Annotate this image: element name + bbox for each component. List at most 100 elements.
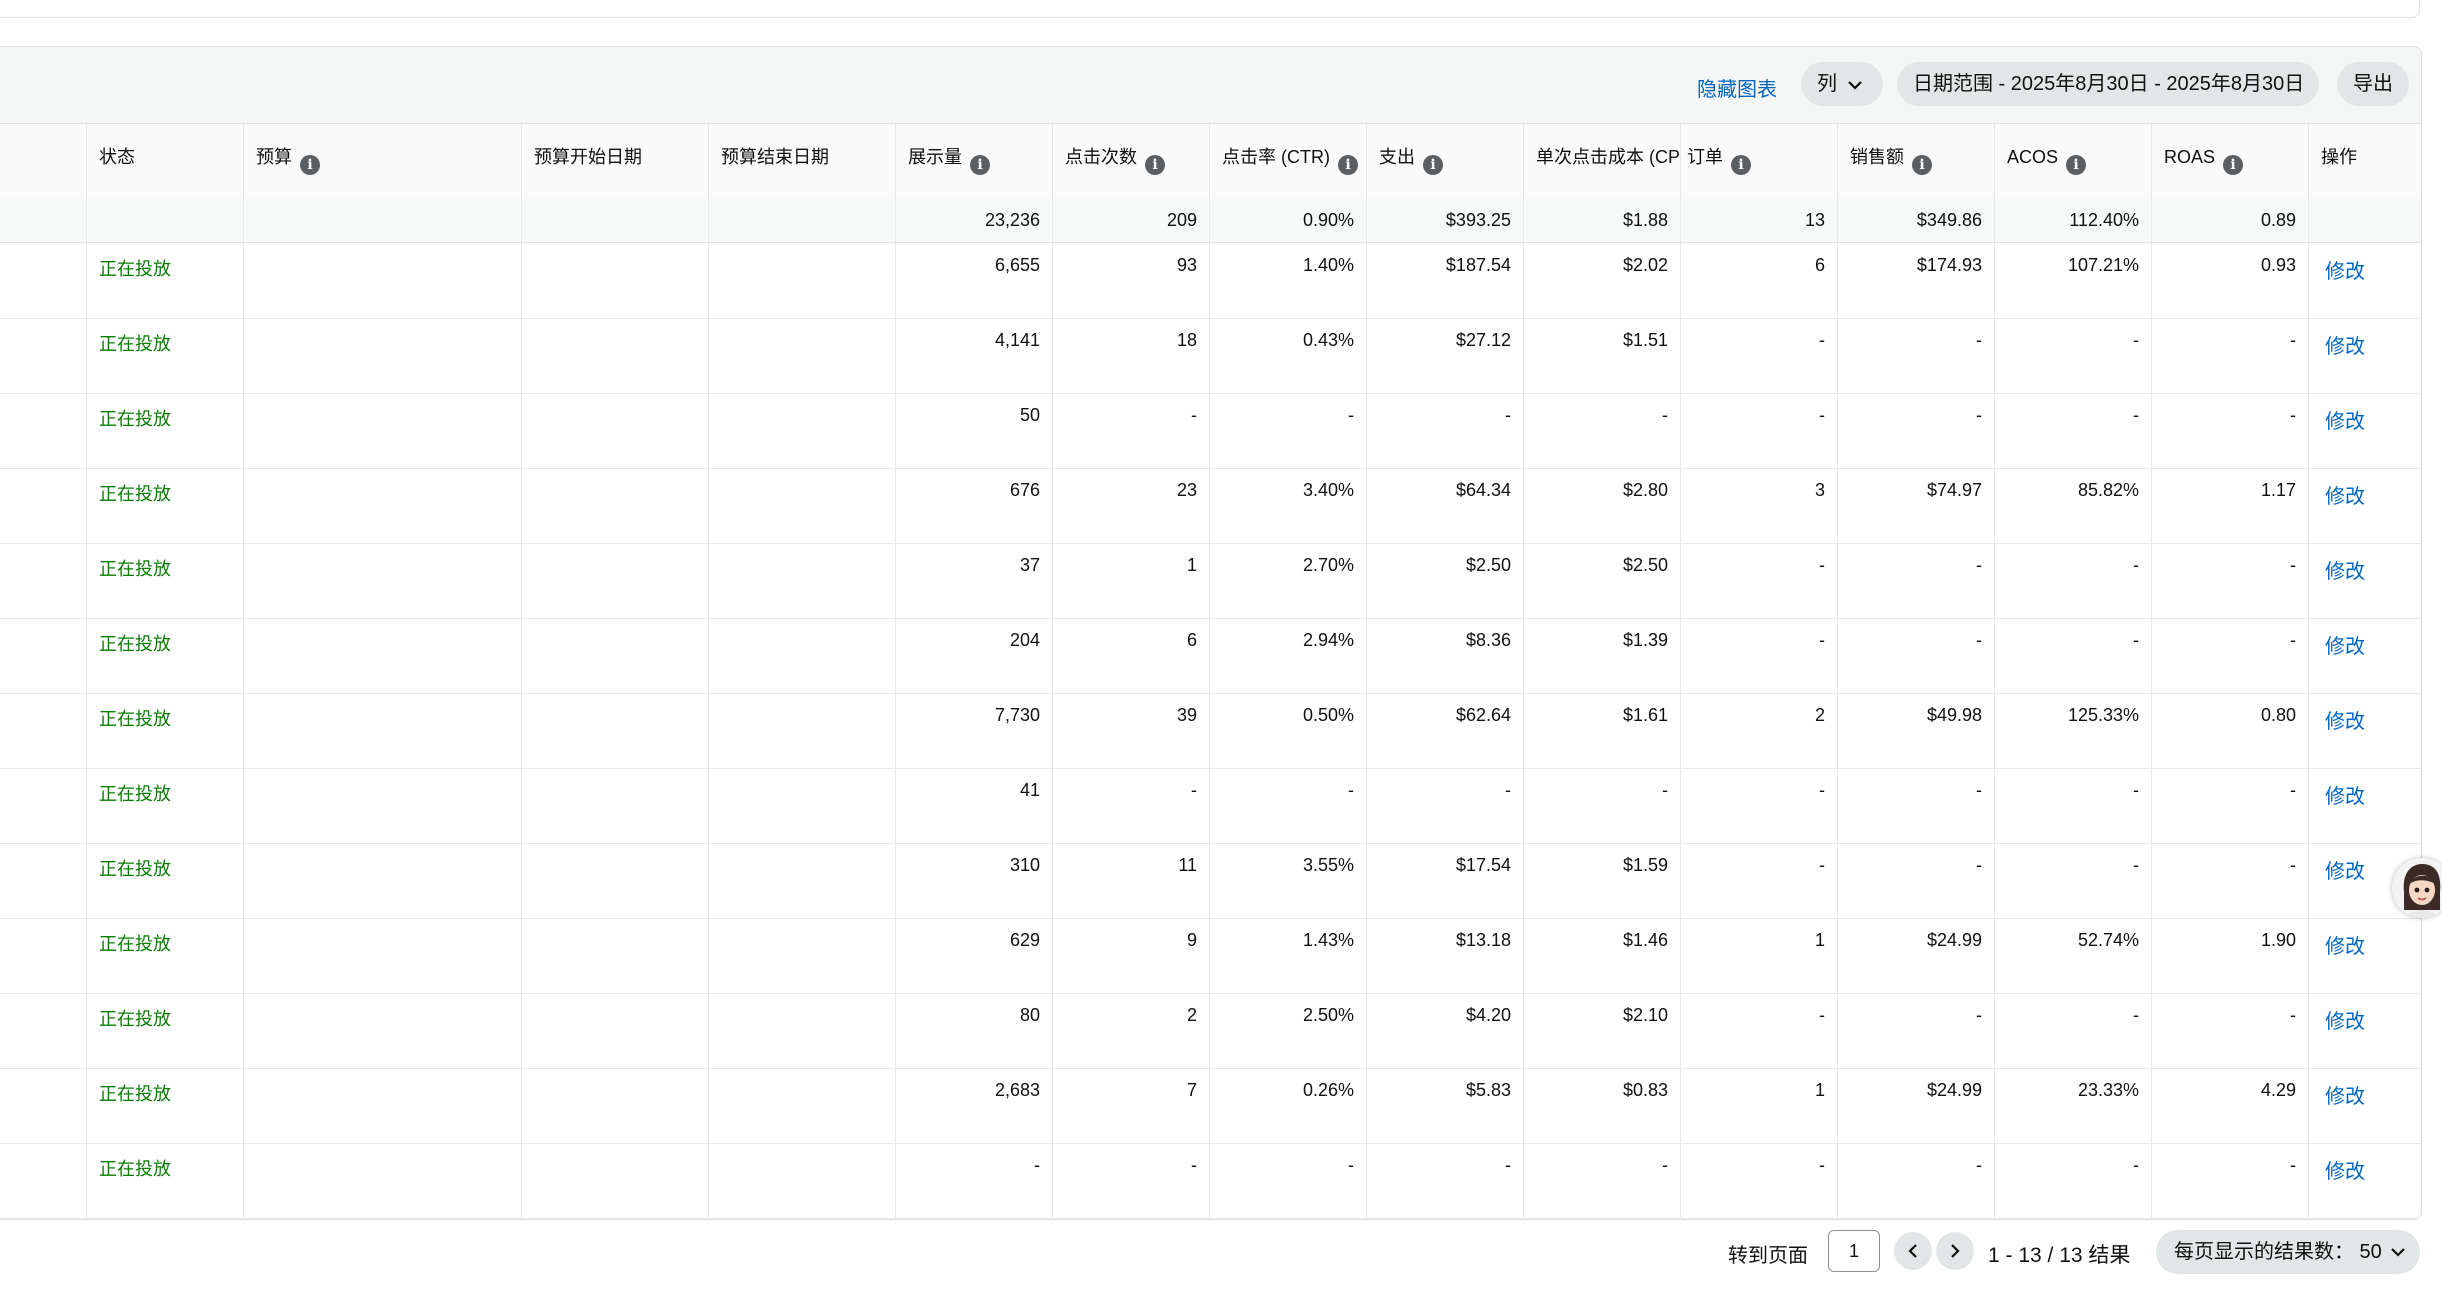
edit-link[interactable]: 修改 <box>2309 918 2421 993</box>
totals-cell-start <box>522 198 709 242</box>
column-header-ctr[interactable]: 点击率 (CTR) i <box>1210 124 1367 198</box>
cell-hidden <box>0 543 87 618</box>
roas-cell: - <box>2152 1143 2309 1218</box>
column-header-acos[interactable]: ACOS i <box>1995 124 2152 198</box>
edit-link[interactable]: 修改 <box>2309 693 2421 768</box>
info-icon[interactable]: i <box>1145 155 1165 176</box>
edit-link[interactable]: 修改 <box>2309 768 2421 843</box>
totals-spend: $393.25 <box>1367 198 1524 242</box>
budget-start-cell <box>522 468 709 543</box>
table-row: 正在投放 6,655 93 1.40% $187.54 $2.02 6 $174.93 107.… <box>0 243 2421 319</box>
export-button[interactable]: 导出 <box>2337 62 2409 106</box>
column-header-clicks[interactable]: 点击次数 i <box>1053 124 1210 198</box>
budget-cell <box>244 843 522 918</box>
cell-hidden <box>0 993 87 1068</box>
clicks-cell: 9 <box>1053 918 1210 993</box>
budget-start-cell <box>522 918 709 993</box>
table-row: 正在投放 310 11 3.55% $17.54 $1.59- - - - 修改 <box>0 843 2421 919</box>
sales-cell: $174.93 <box>1838 243 1995 318</box>
spend-cell: $2.50 <box>1367 543 1524 618</box>
budget-start-cell <box>522 843 709 918</box>
cell-hidden <box>0 693 87 768</box>
spend-cell: $17.54 <box>1367 843 1524 918</box>
column-header-impressions[interactable]: 展示量 i <box>896 124 1053 198</box>
info-icon[interactable]: i <box>2223 155 2244 176</box>
budget-cell <box>244 468 522 543</box>
acos-cell: - <box>1995 543 2152 618</box>
chevron-left-icon <box>1908 1244 1917 1258</box>
budget-end-cell <box>709 693 896 768</box>
orders-cell: - <box>1681 318 1838 393</box>
edit-link[interactable]: 修改 <box>2309 543 2421 618</box>
acos-cell: 23.33% <box>1995 1068 2152 1143</box>
info-icon[interactable]: i <box>1912 155 1932 176</box>
edit-link[interactable]: 修改 <box>2309 243 2421 318</box>
campaign-table-panel: 隐藏图表 列 日期范围 - 2025年8月30日 - 2025年8月30日 导出… <box>0 46 2422 1220</box>
info-icon[interactable]: i <box>970 155 990 176</box>
edit-link[interactable]: 修改 <box>2309 393 2421 468</box>
column-header-spend[interactable]: 支出 i <box>1367 124 1524 198</box>
cell-hidden <box>0 393 87 468</box>
date-range-button[interactable]: 日期范围 - 2025年8月30日 - 2025年8月30日 <box>1897 62 2319 106</box>
ctr-cell: 2.50% <box>1210 993 1367 1068</box>
edit-link[interactable]: 修改 <box>2309 618 2421 693</box>
orders-cell: - <box>1681 993 1838 1068</box>
results-summary: 1 - 13 / 13 结果 <box>1988 1244 2131 1267</box>
column-header-roas[interactable]: ROAS i <box>2152 124 2309 198</box>
edit-link[interactable]: 修改 <box>2309 1068 2421 1143</box>
acos-cell: 125.33% <box>1995 693 2152 768</box>
edit-link[interactable]: 修改 <box>2309 318 2421 393</box>
budget-cell <box>244 918 522 993</box>
table-row: 正在投放 50- - - - - - - - 修改 <box>0 393 2421 469</box>
results-per-page-dropdown[interactable]: 每页显示的结果数： 50 <box>2156 1230 2420 1274</box>
page-number-input[interactable]: 1 <box>1828 1230 1880 1272</box>
column-header-status[interactable]: 状态 <box>87 124 244 198</box>
totals-orders: 13 <box>1681 198 1838 242</box>
orders-cell: - <box>1681 393 1838 468</box>
budget-end-cell <box>709 243 896 318</box>
clicks-cell: 2 <box>1053 993 1210 1068</box>
budget-start-cell <box>522 243 709 318</box>
column-header-orders[interactable]: 订单 i <box>1681 124 1838 198</box>
info-icon[interactable]: i <box>1337 155 1358 176</box>
clicks-cell: - <box>1053 1143 1210 1218</box>
acos-cell: 85.82% <box>1995 468 2152 543</box>
info-icon[interactable]: i <box>2066 155 2087 176</box>
budget-cell <box>244 618 522 693</box>
roas-cell: - <box>2152 618 2309 693</box>
cpc-cell: $1.46 <box>1524 918 1681 993</box>
totals-sales: $349.86 <box>1838 198 1995 242</box>
status-cell: 正在投放 <box>87 618 244 693</box>
totals-cell-end <box>709 198 896 242</box>
column-header-cpc[interactable]: 单次点击成本 (CPC) <box>1524 124 1681 198</box>
clicks-cell: 7 <box>1053 1068 1210 1143</box>
edit-link[interactable]: 修改 <box>2309 993 2421 1068</box>
hide-chart-link[interactable]: 隐藏图表 <box>1697 73 1777 102</box>
roas-cell: 4.29 <box>2152 1068 2309 1143</box>
columns-dropdown[interactable]: 列 <box>1801 62 1883 106</box>
info-icon[interactable]: i <box>300 155 320 176</box>
clicks-cell: 39 <box>1053 693 1210 768</box>
column-header-budget[interactable]: 预算 i <box>244 124 522 198</box>
prev-page-button[interactable] <box>1894 1232 1932 1270</box>
orders-cell: - <box>1681 1143 1838 1218</box>
sales-cell: $24.99 <box>1838 918 1995 993</box>
column-header-budget-start[interactable]: 预算开始日期 <box>522 124 709 198</box>
next-page-button[interactable] <box>1936 1232 1974 1270</box>
columns-label: 列 <box>1817 73 1837 95</box>
info-icon[interactable]: i <box>1731 155 1751 176</box>
ctr-cell: 1.40% <box>1210 243 1367 318</box>
edit-link[interactable]: 修改 <box>2309 1143 2421 1218</box>
column-header-sales[interactable]: 销售额 i <box>1838 124 1995 198</box>
edit-link[interactable]: 修改 <box>2309 468 2421 543</box>
budget-end-cell <box>709 918 896 993</box>
roas-cell: 1.17 <box>2152 468 2309 543</box>
column-header-budget-end[interactable]: 预算结束日期 <box>709 124 896 198</box>
totals-clicks: 209 <box>1053 198 1210 242</box>
spend-cell: $187.54 <box>1367 243 1524 318</box>
chevron-right-icon <box>1951 1244 1960 1258</box>
impressions-cell: 310 <box>896 843 1053 918</box>
sales-cell: $49.98 <box>1838 693 1995 768</box>
info-icon[interactable]: i <box>1423 155 1443 176</box>
budget-start-cell <box>522 393 709 468</box>
